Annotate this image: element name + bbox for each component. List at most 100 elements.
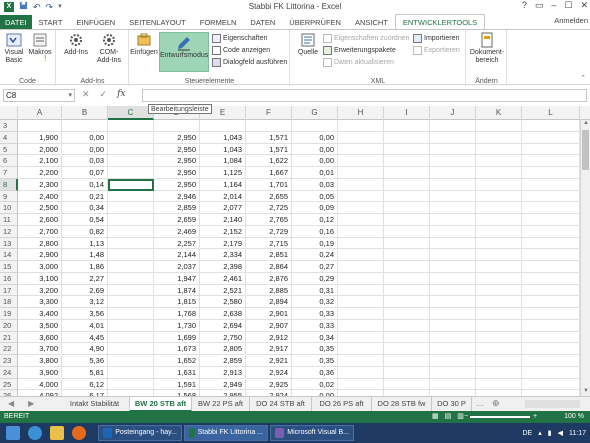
- table-cell[interactable]: [476, 214, 522, 226]
- add-sheet-icon[interactable]: ⊕: [492, 398, 500, 409]
- table-cell[interactable]: [108, 319, 154, 332]
- table-cell[interactable]: [108, 167, 154, 179]
- ie-icon[interactable]: [28, 426, 42, 440]
- table-cell[interactable]: [108, 143, 154, 156]
- table-cell[interactable]: [384, 131, 430, 144]
- table-cell[interactable]: [384, 214, 430, 226]
- table-cell[interactable]: [108, 343, 154, 355]
- table-cell[interactable]: 2,398: [200, 261, 246, 273]
- table-cell[interactable]: [476, 319, 522, 332]
- table-cell[interactable]: 2,946: [154, 190, 200, 203]
- table-cell[interactable]: 2,876: [246, 272, 292, 285]
- table-cell[interactable]: [338, 249, 384, 261]
- table-cell[interactable]: [476, 155, 522, 167]
- table-cell[interactable]: 0,07: [62, 167, 108, 179]
- table-cell[interactable]: 1,125: [200, 167, 246, 179]
- table-cell[interactable]: 2,725: [246, 202, 292, 214]
- table-cell[interactable]: 3,200: [18, 284, 62, 297]
- table-cell[interactable]: 1,48: [62, 249, 108, 261]
- table-cell[interactable]: [384, 343, 430, 355]
- table-cell[interactable]: [338, 272, 384, 285]
- close-icon[interactable]: ✕: [580, 0, 588, 11]
- table-cell[interactable]: 0,31: [292, 284, 338, 297]
- table-cell[interactable]: [522, 319, 580, 332]
- table-cell[interactable]: 1,631: [154, 366, 200, 379]
- row-header[interactable]: 20: [0, 319, 18, 332]
- table-cell[interactable]: [108, 296, 154, 308]
- table-cell[interactable]: 1,874: [154, 284, 200, 297]
- table-cell[interactable]: 0,02: [292, 378, 338, 391]
- tab-start[interactable]: START: [32, 15, 70, 30]
- table-cell[interactable]: [430, 343, 476, 355]
- table-cell[interactable]: 0,00: [292, 143, 338, 156]
- table-cell[interactable]: [384, 378, 430, 391]
- table-cell[interactable]: [108, 308, 154, 320]
- table-cell[interactable]: 4,01: [62, 319, 108, 332]
- select-all-corner[interactable]: [0, 106, 18, 120]
- addins-button[interactable]: Add-Ins: [63, 32, 89, 57]
- table-cell[interactable]: [384, 366, 430, 379]
- table-cell[interactable]: 2,765: [246, 214, 292, 226]
- row-header[interactable]: 5: [0, 143, 18, 156]
- table-cell[interactable]: [430, 249, 476, 261]
- table-cell[interactable]: [384, 167, 430, 179]
- table-cell[interactable]: [338, 261, 384, 273]
- table-cell[interactable]: [430, 319, 476, 332]
- minimize-icon[interactable]: –: [551, 0, 556, 11]
- table-cell[interactable]: 4,90: [62, 343, 108, 355]
- table-cell[interactable]: 0,05: [292, 190, 338, 203]
- table-cell[interactable]: 0,27: [292, 261, 338, 273]
- table-cell[interactable]: [108, 214, 154, 226]
- table-cell[interactable]: [338, 178, 384, 191]
- column-header-h[interactable]: H: [338, 106, 384, 120]
- table-cell[interactable]: 0,01: [292, 167, 338, 179]
- table-cell[interactable]: [384, 225, 430, 238]
- table-cell[interactable]: 0,24: [292, 249, 338, 261]
- table-cell[interactable]: [430, 308, 476, 320]
- table-cell[interactable]: 0,35: [292, 355, 338, 367]
- firefox-icon[interactable]: [72, 426, 86, 440]
- table-cell[interactable]: 1,164: [200, 178, 246, 191]
- row-header[interactable]: 17: [0, 284, 18, 297]
- table-cell[interactable]: 2,300: [18, 178, 62, 191]
- table-cell[interactable]: [522, 237, 580, 250]
- table-cell[interactable]: 2,655: [246, 190, 292, 203]
- table-cell[interactable]: 3,100: [18, 272, 62, 285]
- table-cell[interactable]: 2,600: [18, 214, 62, 226]
- table-cell[interactable]: 2,152: [200, 225, 246, 238]
- zoom-out-icon[interactable]: −: [464, 411, 468, 423]
- column-header-k[interactable]: K: [476, 106, 522, 120]
- table-cell[interactable]: [476, 120, 522, 132]
- redo-icon[interactable]: ↷: [46, 1, 54, 13]
- row-header[interactable]: 25: [0, 378, 18, 391]
- table-cell[interactable]: 2,100: [18, 155, 62, 167]
- table-cell[interactable]: [338, 355, 384, 367]
- table-cell[interactable]: [522, 202, 580, 214]
- table-cell[interactable]: 0,09: [292, 202, 338, 214]
- table-cell[interactable]: [338, 202, 384, 214]
- table-cell[interactable]: [384, 331, 430, 344]
- tray-arrow-icon[interactable]: ▴: [538, 429, 542, 437]
- table-cell[interactable]: [384, 190, 430, 203]
- table-cell[interactable]: 2,469: [154, 225, 200, 238]
- table-cell[interactable]: [522, 284, 580, 297]
- table-cell[interactable]: 2,859: [154, 202, 200, 214]
- table-cell[interactable]: [384, 237, 430, 250]
- table-cell[interactable]: [108, 190, 154, 203]
- refresh-data-button[interactable]: Daten aktualisieren: [323, 58, 394, 67]
- table-cell[interactable]: 1,667: [246, 167, 292, 179]
- table-cell[interactable]: 0,35: [292, 343, 338, 355]
- row-header[interactable]: 12: [0, 225, 18, 238]
- table-cell[interactable]: [522, 131, 580, 144]
- table-cell[interactable]: 2,925: [246, 378, 292, 391]
- row-header[interactable]: 23: [0, 355, 18, 367]
- column-header-l[interactable]: L: [522, 106, 580, 120]
- row-header[interactable]: 22: [0, 343, 18, 355]
- table-cell[interactable]: 0,16: [292, 225, 338, 238]
- tab-developer[interactable]: ENTWICKLERTOOLS: [394, 14, 486, 30]
- table-cell[interactable]: [476, 167, 522, 179]
- page-break-view-icon[interactable]: ▥: [457, 411, 464, 423]
- table-cell[interactable]: [108, 249, 154, 261]
- language-indicator[interactable]: DE: [523, 430, 533, 437]
- table-cell[interactable]: 3,800: [18, 355, 62, 367]
